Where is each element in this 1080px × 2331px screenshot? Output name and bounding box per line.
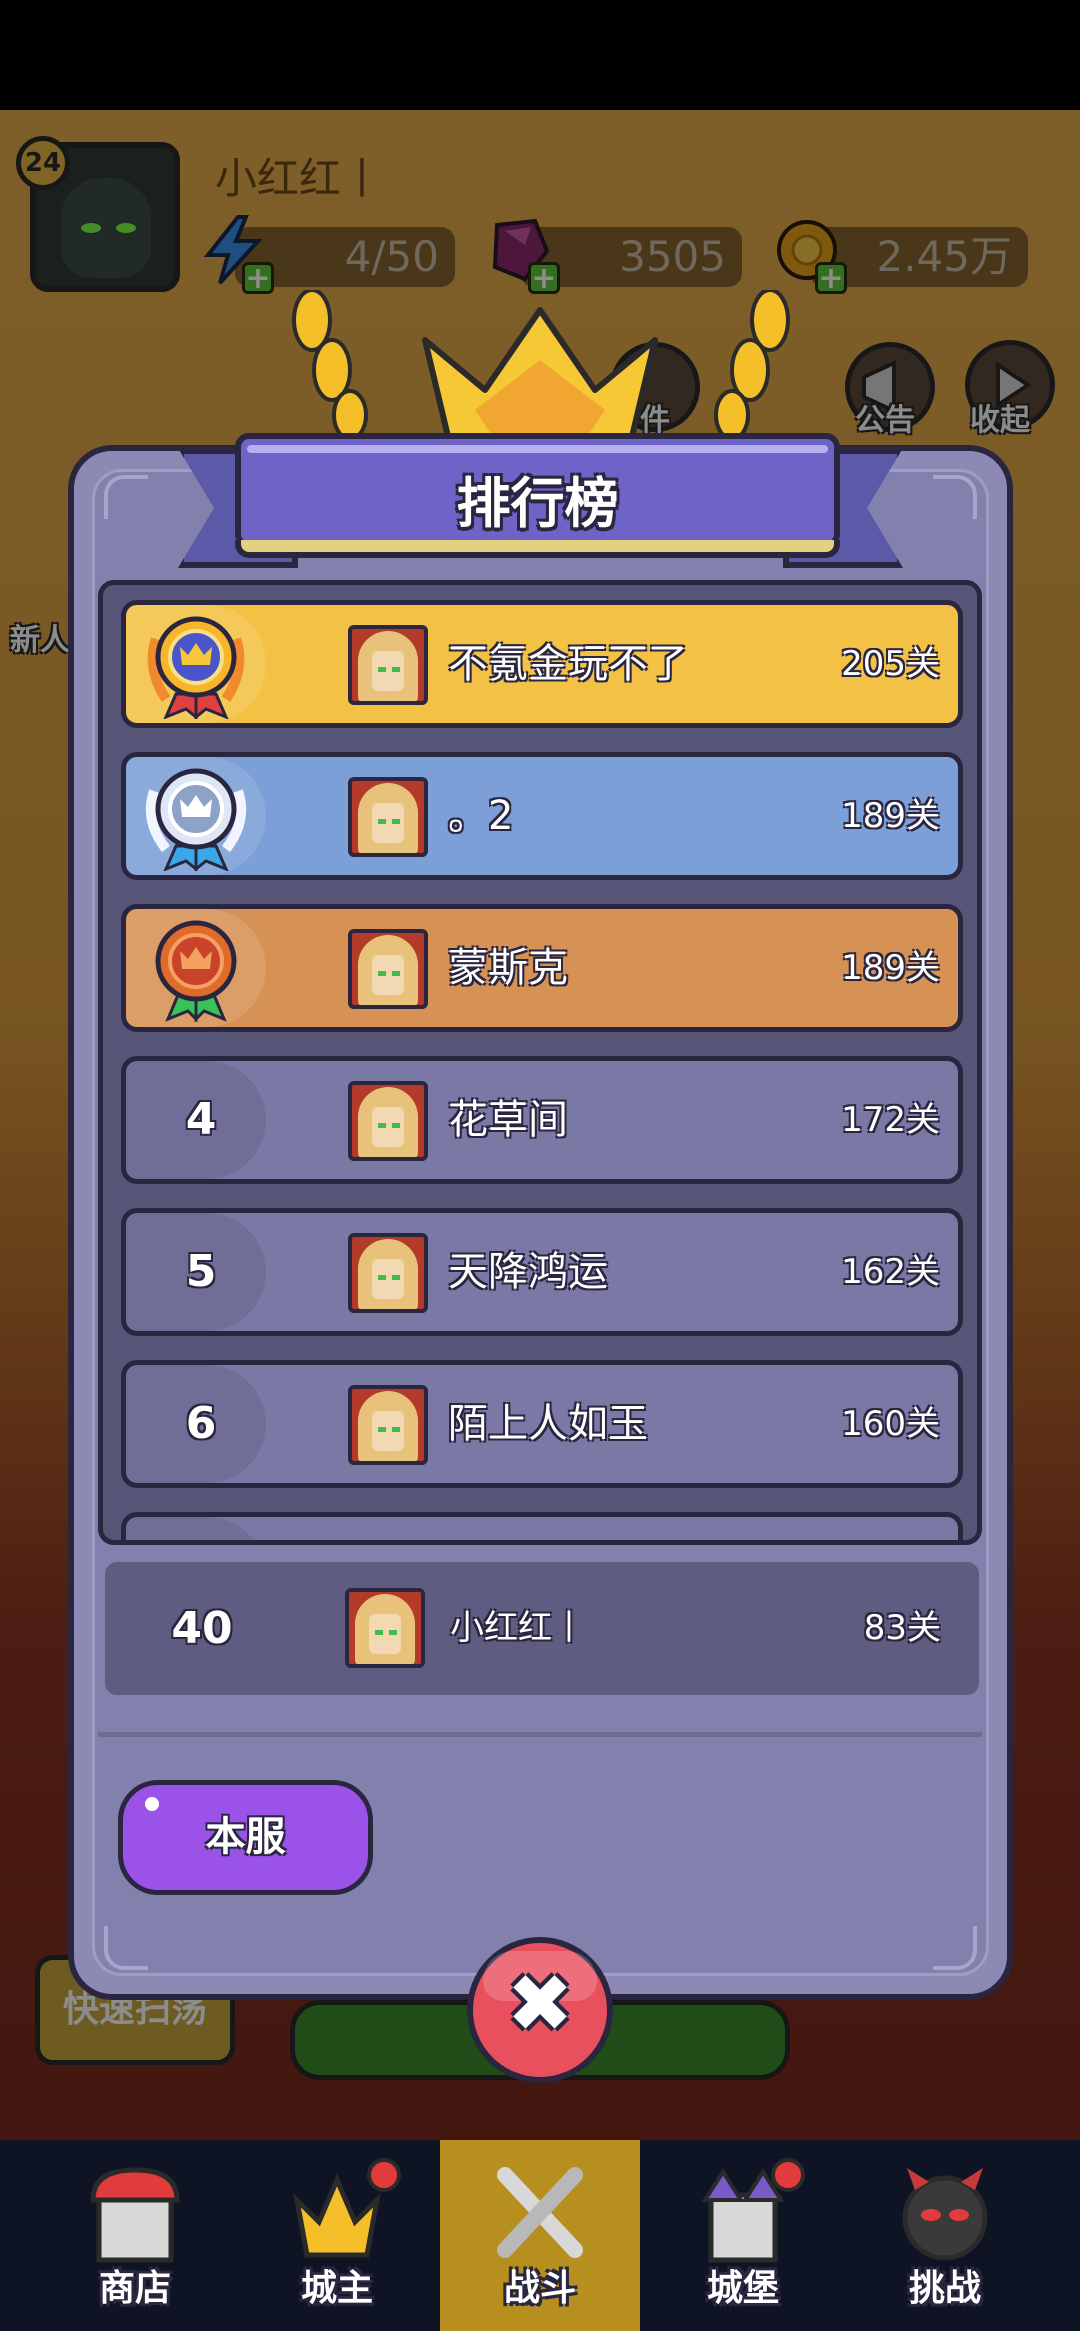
player-name: 蒙斯克 bbox=[448, 945, 568, 991]
demon-mask-icon bbox=[902, 2168, 988, 2261]
player-name: 花草间 bbox=[448, 1097, 568, 1143]
player-avatar[interactable] bbox=[348, 1233, 428, 1313]
crossed-swords-icon bbox=[497, 2167, 583, 2258]
nav-shop-label: 商店 bbox=[98, 2268, 171, 2309]
leaderboard-list[interactable]: 不氪金玩不了 205关 。2 189关 蒙斯克 189关 4 花草间 172关 … bbox=[98, 580, 982, 1545]
player-score: 162关 bbox=[841, 1252, 940, 1292]
nav-castle-label: 城堡 bbox=[706, 2268, 779, 2309]
shop-icon bbox=[90, 2167, 180, 2263]
player-name: 陌上人如玉 bbox=[448, 1401, 648, 1447]
player-score: 189关 bbox=[841, 796, 940, 836]
rank-number: 5 bbox=[185, 1246, 217, 1297]
player-name: 天降鸿运 bbox=[448, 1249, 608, 1295]
server-tab-label: 本服 bbox=[205, 1814, 286, 1860]
rank-number: 6 bbox=[185, 1398, 217, 1449]
my-rank-number: 40 bbox=[171, 1603, 233, 1654]
nav-lord-label: 城主 bbox=[300, 2268, 373, 2309]
player-avatar[interactable] bbox=[348, 625, 428, 705]
notification-dot bbox=[367, 2158, 401, 2192]
nav-battle[interactable]: 战斗 bbox=[440, 2140, 640, 2331]
player-score: 172关 bbox=[841, 1100, 940, 1140]
leaderboard-row[interactable] bbox=[121, 1512, 963, 1540]
my-score: 83关 bbox=[863, 1608, 941, 1648]
player-avatar[interactable] bbox=[348, 1081, 428, 1161]
nav-lord[interactable]: 城主 bbox=[237, 2140, 437, 2331]
panel-corner bbox=[104, 1926, 148, 1970]
player-name: 。2 bbox=[448, 793, 514, 839]
nav-castle[interactable]: 城堡 bbox=[643, 2140, 843, 2331]
notification-dot bbox=[771, 2158, 805, 2192]
my-avatar[interactable] bbox=[345, 1588, 425, 1668]
rank-number: 4 bbox=[185, 1094, 217, 1145]
server-tab-button[interactable]: 本服 bbox=[118, 1780, 373, 1895]
my-rank-row: 40 小红红丨 83关 bbox=[105, 1562, 979, 1695]
title-ribbon: 排行榜 bbox=[235, 433, 840, 558]
crown-icon bbox=[422, 307, 658, 448]
wheat-left-icon bbox=[292, 290, 368, 440]
player-avatar[interactable] bbox=[348, 929, 428, 1009]
player-score: 205关 bbox=[841, 644, 940, 684]
nav-challenge[interactable]: 挑战 bbox=[845, 2140, 1045, 2331]
bronze-medal-icon bbox=[155, 920, 237, 1023]
leaderboard-row[interactable]: 4 花草间 172关 bbox=[121, 1056, 963, 1184]
panel-corner bbox=[933, 1926, 977, 1970]
nav-shop[interactable]: 商店 bbox=[35, 2140, 235, 2331]
player-name: 不氪金玩不了 bbox=[448, 641, 688, 687]
panel-corner bbox=[104, 475, 148, 519]
gold-medal-icon bbox=[147, 616, 245, 719]
leaderboard-row[interactable]: 5 天降鸿运 162关 bbox=[121, 1208, 963, 1336]
close-icon: ✖ bbox=[506, 1957, 574, 2050]
leaderboard-row[interactable]: 6 陌上人如玉 160关 bbox=[121, 1360, 963, 1488]
panel-divider bbox=[98, 1732, 982, 1737]
player-avatar[interactable] bbox=[348, 777, 428, 857]
leaderboard-row[interactable]: 不氪金玩不了 205关 bbox=[121, 600, 963, 728]
silver-medal-icon bbox=[145, 768, 247, 871]
nav-challenge-label: 挑战 bbox=[908, 2268, 981, 2309]
nav-battle-label: 战斗 bbox=[503, 2268, 576, 2309]
player-avatar[interactable] bbox=[348, 1385, 428, 1465]
panel-corner bbox=[933, 475, 977, 519]
leaderboard-title: 排行榜 bbox=[456, 472, 619, 535]
player-score: 189关 bbox=[841, 948, 940, 988]
close-button[interactable]: ✖ bbox=[467, 1937, 613, 2083]
leaderboard-row[interactable]: 。2 189关 bbox=[121, 752, 963, 880]
row-rank-area bbox=[126, 1517, 266, 1540]
status-bar bbox=[0, 0, 1080, 110]
wheat-right-icon bbox=[714, 290, 790, 440]
leaderboard-row[interactable]: 蒙斯克 189关 bbox=[121, 904, 963, 1032]
player-score: 160关 bbox=[841, 1404, 940, 1444]
my-name: 小红红丨 bbox=[450, 1608, 586, 1648]
